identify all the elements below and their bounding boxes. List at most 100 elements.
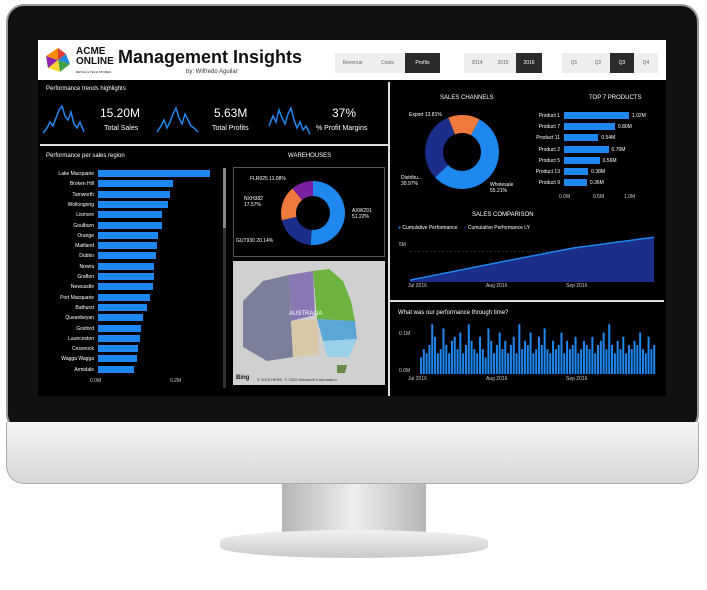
- metric-tab-costs[interactable]: Costs: [370, 53, 405, 73]
- time-bar[interactable]: [543, 328, 546, 374]
- time-bar[interactable]: [566, 340, 569, 374]
- time-bar[interactable]: [442, 328, 445, 374]
- quarter-tab-q2[interactable]: Q2: [586, 53, 610, 73]
- time-bar[interactable]: [476, 353, 479, 374]
- product-bar[interactable]: [564, 179, 587, 187]
- time-bar[interactable]: [616, 340, 619, 374]
- time-bar[interactable]: [453, 336, 456, 374]
- time-bar[interactable]: [540, 345, 543, 374]
- region-bar-row[interactable]: Port Macquarie: [60, 293, 212, 302]
- time-bar[interactable]: [535, 349, 538, 374]
- time-bar[interactable]: [653, 345, 656, 374]
- product-bar-row[interactable]: Product 2 0.70M: [539, 145, 634, 154]
- time-bar[interactable]: [498, 332, 501, 374]
- time-bar[interactable]: [611, 345, 614, 374]
- quarter-tab-q4[interactable]: Q4: [634, 53, 658, 73]
- time-bar[interactable]: [523, 340, 526, 374]
- time-bar[interactable]: [563, 353, 566, 374]
- product-bar[interactable]: [564, 145, 609, 153]
- time-bar[interactable]: [518, 324, 521, 374]
- region-bar[interactable]: [98, 314, 144, 322]
- year-tab-2016[interactable]: 2016: [516, 53, 542, 73]
- time-bar[interactable]: [448, 353, 451, 374]
- time-bar[interactable]: [495, 345, 498, 374]
- region-bar[interactable]: [98, 283, 153, 291]
- time-bar[interactable]: [487, 328, 490, 374]
- time-bar[interactable]: [462, 353, 465, 374]
- time-bar[interactable]: [650, 349, 653, 374]
- time-bar[interactable]: [554, 349, 557, 374]
- region-bar[interactable]: [98, 293, 150, 301]
- region-bar[interactable]: [98, 355, 137, 363]
- region-bar-row[interactable]: Lake Macquarie: [58, 170, 212, 178]
- time-bar[interactable]: [467, 324, 470, 374]
- time-bar[interactable]: [529, 332, 532, 374]
- region-bar-row[interactable]: Gosford: [76, 324, 212, 333]
- time-bar[interactable]: [538, 336, 541, 374]
- time-bar[interactable]: [577, 353, 580, 374]
- time-bar[interactable]: [490, 340, 493, 374]
- time-bar[interactable]: [521, 349, 524, 374]
- time-bar[interactable]: [591, 336, 594, 374]
- region-bar-row[interactable]: Tamworth: [72, 190, 212, 199]
- legend-item-current[interactable]: ● Cumulative Performance: [398, 225, 457, 231]
- product-bar-row[interactable]: Product 1 1.02M: [539, 112, 646, 120]
- time-bar[interactable]: [515, 353, 518, 374]
- time-bar[interactable]: [484, 357, 487, 374]
- year-tab-2015[interactable]: 2015: [490, 53, 516, 73]
- comparison-area[interactable]: [410, 237, 654, 282]
- region-bar-row[interactable]: Lismore: [76, 211, 212, 219]
- region-bar-row[interactable]: Wollongong: [68, 200, 212, 209]
- time-bar[interactable]: [420, 357, 423, 374]
- region-bar[interactable]: [98, 221, 162, 229]
- time-bar[interactable]: [582, 340, 585, 374]
- regions-scrollbar[interactable]: [223, 168, 226, 388]
- quarter-tab-q1[interactable]: Q1: [562, 53, 586, 73]
- time-bar[interactable]: [470, 340, 473, 374]
- region-bar[interactable]: [98, 324, 141, 332]
- region-bar[interactable]: [98, 273, 154, 280]
- time-bar[interactable]: [641, 349, 644, 374]
- time-bar[interactable]: [605, 349, 608, 374]
- region-bar[interactable]: [98, 334, 140, 342]
- time-bar[interactable]: [630, 349, 633, 374]
- region-bar[interactable]: [98, 231, 159, 239]
- region-bar[interactable]: [98, 200, 169, 208]
- legend-item-ly[interactable]: ● Cumulative Performance LY: [463, 225, 530, 231]
- product-bar[interactable]: [564, 134, 599, 142]
- time-bar[interactable]: [633, 340, 636, 374]
- region-bar[interactable]: [98, 303, 148, 311]
- region-bar-row[interactable]: Queanbeyan: [65, 314, 212, 322]
- region-bar-row[interactable]: Broken Hill: [70, 180, 212, 188]
- time-bar[interactable]: [425, 353, 428, 374]
- time-bar[interactable]: [560, 332, 563, 374]
- bing-attribution[interactable]: Bing: [236, 375, 249, 381]
- region-bar-row[interactable]: Grafton: [77, 273, 212, 281]
- time-bar[interactable]: [557, 345, 560, 374]
- region-bar-row[interactable]: Nowra: [80, 262, 212, 271]
- time-bar[interactable]: [627, 345, 630, 374]
- time-bar[interactable]: [619, 349, 622, 374]
- time-bar[interactable]: [512, 336, 515, 374]
- region-bar-row[interactable]: Bathurst: [75, 303, 212, 312]
- time-bar[interactable]: [481, 349, 484, 374]
- region-bar-row[interactable]: Cessnock: [72, 345, 212, 353]
- time-bar[interactable]: [602, 332, 605, 374]
- time-bar[interactable]: [549, 353, 552, 374]
- region-bar[interactable]: [98, 262, 154, 270]
- time-bar[interactable]: [613, 353, 616, 374]
- time-bar[interactable]: [428, 345, 431, 374]
- time-bar[interactable]: [422, 349, 425, 374]
- product-bar-row[interactable]: Product 7 0.80M: [539, 123, 634, 131]
- time-bar[interactable]: [597, 345, 600, 374]
- time-bar[interactable]: [580, 349, 583, 374]
- product-bar[interactable]: [564, 123, 615, 131]
- region-bar[interactable]: [98, 345, 138, 353]
- time-bar[interactable]: [599, 340, 602, 374]
- time-bar[interactable]: [479, 336, 482, 374]
- time-bar[interactable]: [464, 345, 467, 374]
- region-bar-row[interactable]: Wagga Wagga: [61, 355, 212, 363]
- metric-tab-profits[interactable]: Profits: [405, 53, 440, 73]
- product-bar[interactable]: [564, 156, 600, 164]
- time-bar[interactable]: [622, 336, 625, 374]
